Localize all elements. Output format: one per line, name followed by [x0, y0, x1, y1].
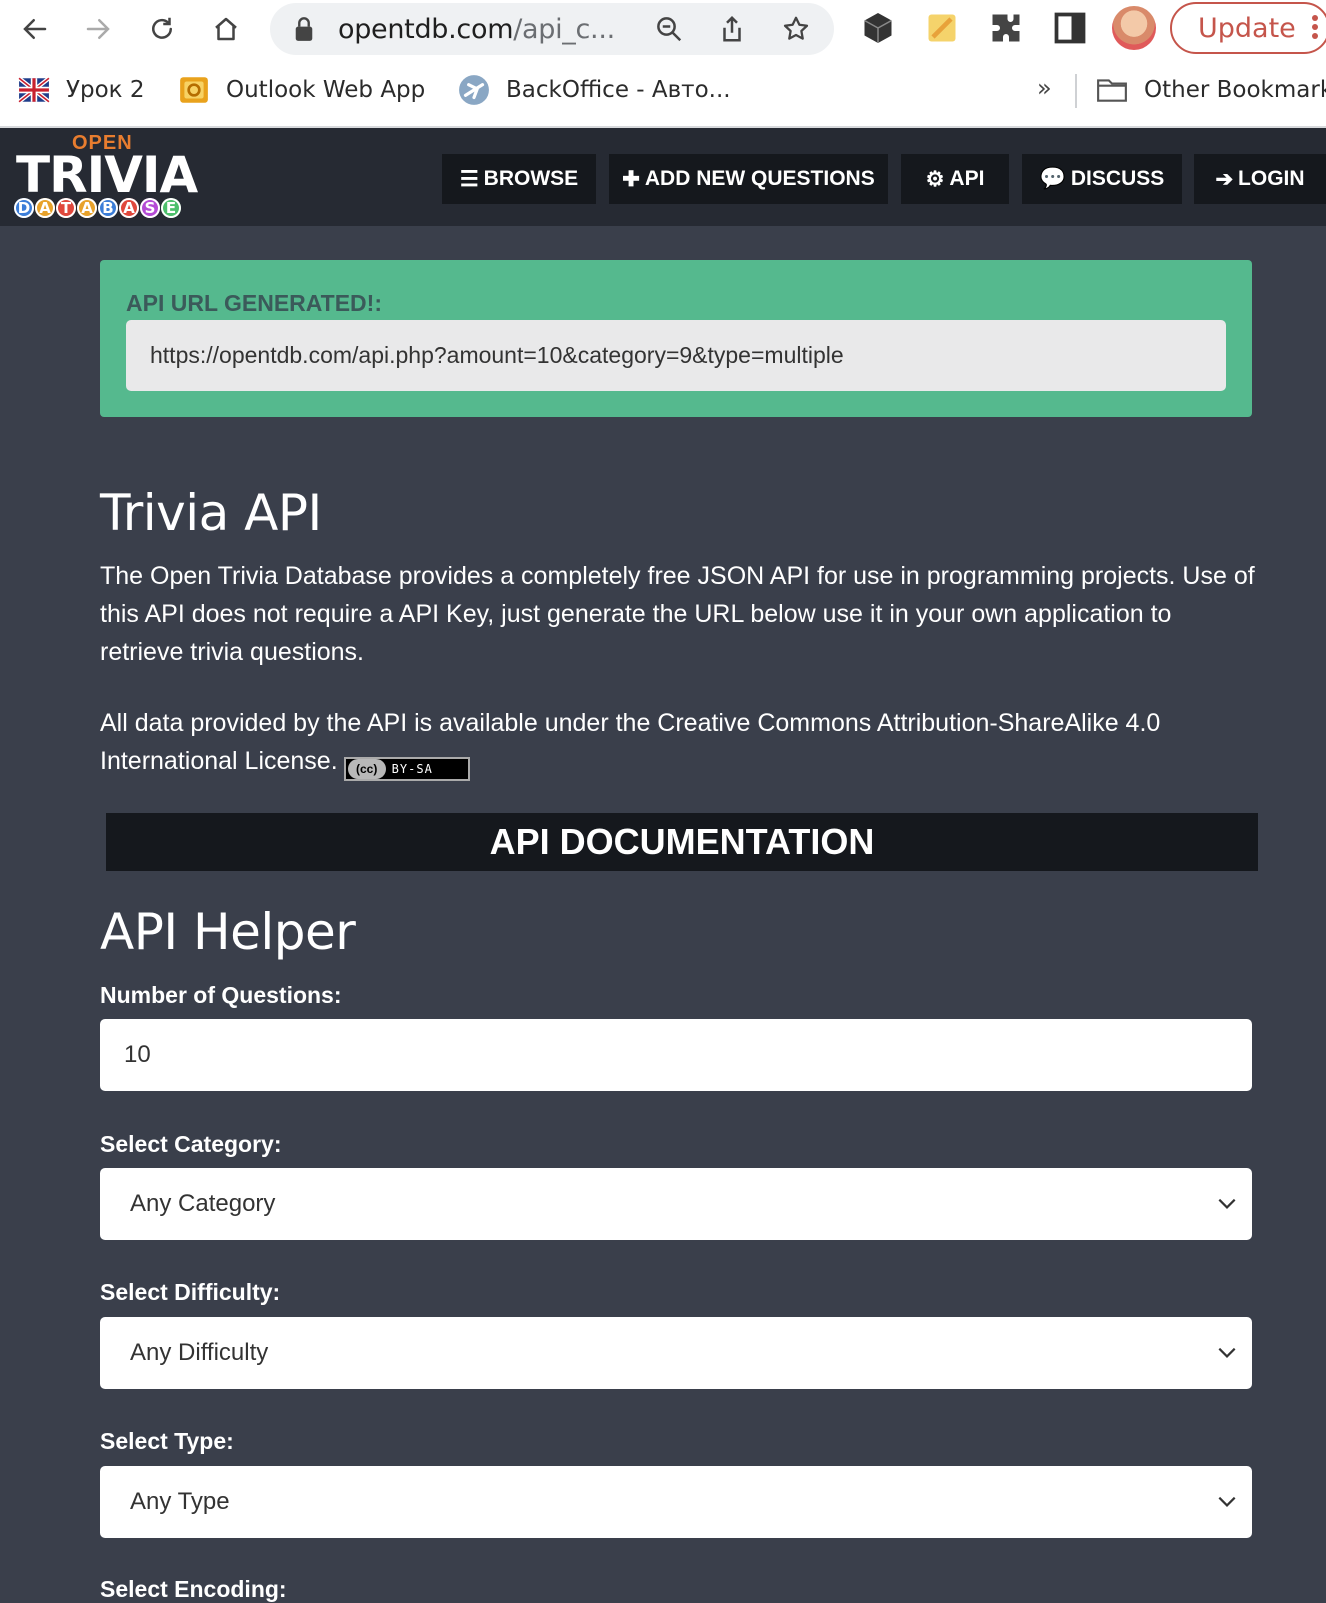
- api-url-generated-alert: API URL GENERATED!: https://opentdb.com/…: [100, 260, 1252, 417]
- nav-label: API: [949, 167, 985, 190]
- license-paragraph: All data provided by the API is availabl…: [100, 704, 1260, 781]
- notes-extension-icon[interactable]: [924, 10, 960, 46]
- outlook-icon: [180, 77, 208, 103]
- chevron-down-icon: [1218, 1198, 1236, 1209]
- airplane-icon: [459, 75, 489, 105]
- uk-flag-icon: [18, 76, 50, 104]
- select-difficulty-label: Select Difficulty:: [100, 1279, 281, 1305]
- category-selected-value: Any Category: [130, 1190, 276, 1217]
- number-of-questions-input[interactable]: 10: [100, 1019, 1252, 1091]
- nav-label: LOGIN: [1238, 167, 1305, 190]
- update-label: Update: [1198, 12, 1296, 44]
- sign-in-icon: ➔: [1215, 167, 1234, 191]
- cc-icon: (cc): [347, 759, 386, 779]
- bookmark-label: Outlook Web App: [226, 77, 426, 103]
- address-bar[interactable]: opentdb.com/api_c...: [270, 3, 834, 55]
- bookmark-lesson[interactable]: Урок 2: [18, 72, 145, 108]
- logo-letter: B: [98, 198, 118, 218]
- api-helper-heading: API Helper: [100, 903, 356, 961]
- share-icon[interactable]: [717, 14, 747, 44]
- browser-toolbar: opentdb.com/api_c... Update: [0, 0, 1326, 58]
- api-documentation-button[interactable]: API DOCUMENTATION: [106, 813, 1258, 871]
- forward-button[interactable]: [75, 6, 121, 52]
- bookmarks-bar: Урок 2 Outlook Web App BackOffice - Авто…: [0, 58, 1326, 128]
- side-panel-icon[interactable]: [1052, 10, 1088, 46]
- puzzle-extensions-icon[interactable]: [988, 10, 1024, 46]
- bookmark-label: Урок 2: [66, 77, 145, 103]
- category-select[interactable]: Any Category: [100, 1168, 1252, 1240]
- logo-trivia-text: TRIVIA: [16, 146, 198, 204]
- more-bookmarks-button[interactable]: »: [1037, 74, 1052, 102]
- cube-extension-icon[interactable]: [860, 10, 896, 46]
- nav-label: BROWSE: [483, 167, 579, 190]
- nav-browse-button[interactable]: ☰ BROWSE: [442, 154, 596, 204]
- chevron-down-icon: [1218, 1347, 1236, 1358]
- comments-icon: 💬: [1039, 167, 1066, 190]
- nav-label: ADD NEW QUESTIONS: [644, 167, 875, 190]
- back-button[interactable]: [12, 6, 58, 52]
- logo-letter: E: [161, 198, 181, 218]
- bookmark-backoffice[interactable]: BackOffice - Авто...: [458, 72, 731, 108]
- by-sa-text: BY-SA: [391, 762, 433, 776]
- arrow-right-icon: [86, 19, 110, 39]
- nav-label: DISCUSS: [1070, 167, 1165, 190]
- home-button[interactable]: [203, 6, 249, 52]
- nav-discuss-button[interactable]: 💬 DISCUSS: [1022, 154, 1182, 204]
- license-text: All data provided by the API is availabl…: [100, 709, 1161, 775]
- bars-icon: ☰: [459, 167, 479, 191]
- folder-icon: [1097, 79, 1127, 102]
- gears-icon: ⚙: [925, 167, 945, 191]
- arrow-left-icon: [23, 19, 47, 39]
- logo-letter: T: [56, 198, 76, 218]
- other-bookmarks-folder[interactable]: Other Bookmark: [1096, 72, 1326, 108]
- chevron-down-icon: [1218, 1496, 1236, 1507]
- profile-avatar[interactable]: [1112, 6, 1156, 50]
- bookmark-label: Other Bookmark: [1144, 77, 1326, 103]
- nav-login-button[interactable]: ➔ LOGIN: [1194, 154, 1326, 204]
- nav-add-questions-button[interactable]: ✚ ADD NEW QUESTIONS: [609, 154, 888, 204]
- site-logo[interactable]: OPEN TRIVIA D A T A B A S E: [14, 132, 198, 222]
- bookmark-outlook[interactable]: Outlook Web App: [178, 72, 425, 108]
- logo-database-letters: D A T A B A S E: [14, 198, 182, 218]
- type-selected-value: Any Type: [130, 1488, 230, 1515]
- update-button[interactable]: Update: [1170, 2, 1326, 54]
- select-category-label: Select Category:: [100, 1131, 282, 1157]
- logo-letter: A: [119, 198, 139, 218]
- star-icon[interactable]: [781, 14, 811, 44]
- select-encoding-label: Select Encoding:: [100, 1576, 287, 1602]
- zoom-icon[interactable]: [654, 14, 684, 44]
- home-icon: [215, 17, 237, 41]
- logo-letter: A: [77, 198, 97, 218]
- trivia-api-heading: Trivia API: [100, 484, 322, 542]
- bookmark-label: BackOffice - Авто...: [506, 77, 731, 103]
- difficulty-selected-value: Any Difficulty: [130, 1339, 269, 1366]
- plus-icon: ✚: [622, 167, 640, 191]
- api-url-label: API URL GENERATED!:: [126, 290, 382, 316]
- logo-letter: D: [14, 198, 34, 218]
- difficulty-select[interactable]: Any Difficulty: [100, 1317, 1252, 1389]
- logo-letter: S: [140, 198, 160, 218]
- reload-button[interactable]: [139, 6, 185, 52]
- nav-api-button[interactable]: ⚙ API: [901, 154, 1009, 204]
- more-menu-icon[interactable]: [1312, 12, 1318, 42]
- select-type-label: Select Type:: [100, 1428, 234, 1454]
- api-url-field[interactable]: https://opentdb.com/api.php?amount=10&ca…: [126, 320, 1226, 391]
- site-navbar: OPEN TRIVIA D A T A B A S E ☰ BROWSE ✚ ADD…: [0, 128, 1326, 226]
- cc-by-sa-badge[interactable]: (cc) BY-SA: [343, 757, 470, 781]
- lock-icon: [295, 17, 313, 41]
- number-of-questions-label: Number of Questions:: [100, 982, 342, 1008]
- number-of-questions-value: 10: [124, 1041, 151, 1068]
- type-select[interactable]: Any Type: [100, 1466, 1252, 1538]
- address-url: opentdb.com/api_c...: [338, 14, 615, 45]
- bookmarks-divider: [1075, 74, 1077, 108]
- reload-icon: [152, 17, 172, 39]
- intro-paragraph: The Open Trivia Database provides a comp…: [100, 562, 1255, 666]
- logo-letter: A: [35, 198, 55, 218]
